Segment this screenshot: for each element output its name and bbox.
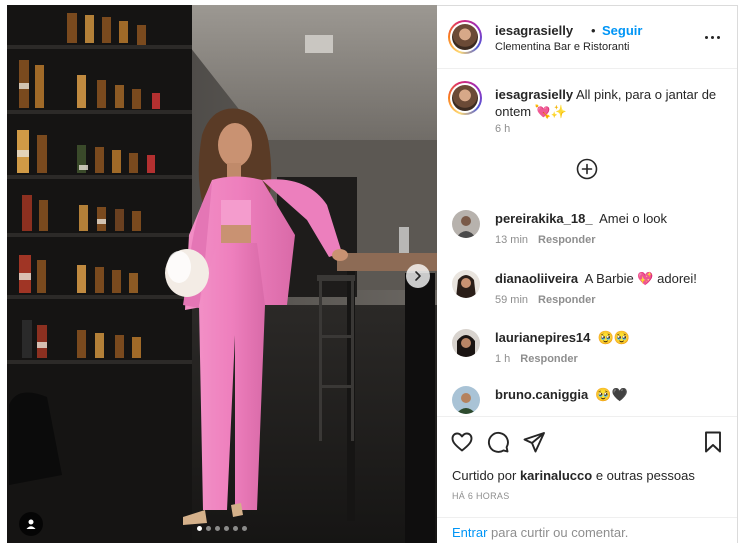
comment-icon[interactable] <box>486 430 510 454</box>
comment-username[interactable]: pereirakika_18_ <box>495 211 593 226</box>
plus-circle-icon[interactable] <box>576 158 598 180</box>
caption-username[interactable]: iesagrasielly <box>495 87 573 102</box>
comment-time: 13 min <box>495 234 529 246</box>
post-side-panel: iesagrasielly • Seguir Clementina Bar e … <box>437 5 738 543</box>
commenter-avatar[interactable] <box>452 329 480 357</box>
carousel-indicator <box>197 526 247 531</box>
login-prompt: Entrar para curtir ou comentar. <box>437 517 737 544</box>
login-prompt-text: Entrar para curtir ou comentar. <box>452 525 628 540</box>
caption-avatar[interactable] <box>448 81 482 115</box>
likes-user[interactable]: karinalucco <box>520 468 592 483</box>
comment-item: laurianepires14 🥹🥹 1 h Responder <box>437 325 737 385</box>
post-image <box>7 5 437 543</box>
comment-username[interactable]: laurianepires14 <box>495 330 590 345</box>
header-separator: • <box>591 23 596 38</box>
comment-body: 🥹🖤 <box>595 387 628 402</box>
next-slide-button[interactable] <box>406 264 430 288</box>
user-tag-icon <box>26 519 36 529</box>
carousel-dot-active <box>197 526 202 531</box>
tagged-users-button[interactable] <box>19 512 43 536</box>
caption-time: 6 h <box>495 123 511 135</box>
comment-meta: 1 h Responder <box>495 353 588 365</box>
author-avatar[interactable] <box>448 20 482 54</box>
likes-summary: Curtido por karinalucco e outras pessoas <box>452 468 695 483</box>
carousel-dot <box>224 526 229 531</box>
comment-text: dianaoliiveira A Barbie 💖 adorei! <box>495 271 697 287</box>
comment-meta: 59 min Responder <box>495 294 606 306</box>
comment-item: pereirakika_18_ Amei o look 13 min Respon… <box>437 206 737 266</box>
comment-username[interactable]: bruno.caniggia <box>495 387 588 402</box>
bookmark-icon[interactable] <box>701 430 725 454</box>
post-header: iesagrasielly • Seguir Clementina Bar e … <box>437 6 737 69</box>
comment-body: 🥹🥹 <box>597 330 630 345</box>
post-timestamp[interactable]: HÁ 6 HORAS <box>452 491 510 501</box>
comment-body: Amei o look <box>599 211 668 226</box>
caption: iesagrasielly All pink, para o jantar de… <box>495 86 725 120</box>
likes-prefix: Curtido por <box>452 468 517 483</box>
send-icon[interactable] <box>522 430 546 454</box>
login-prompt-suffix: para curtir ou comentar. <box>491 525 629 540</box>
carousel-dot <box>233 526 238 531</box>
likes-suffix[interactable]: e outras pessoas <box>596 468 695 483</box>
commenter-avatar[interactable] <box>452 386 480 414</box>
comment-text: bruno.caniggia 🥹🖤 <box>495 387 628 403</box>
follow-button[interactable]: Seguir <box>602 23 642 38</box>
more-options-button[interactable] <box>702 29 722 45</box>
comment-text: laurianepires14 🥹🥹 <box>495 330 630 346</box>
reply-button[interactable]: Responder <box>538 234 595 246</box>
comment-item: dianaoliiveira A Barbie 💖 adorei! 59 min… <box>437 266 737 326</box>
comment-username[interactable]: dianaoliiveira <box>495 271 578 286</box>
reply-button[interactable]: Responder <box>538 294 595 306</box>
post-actions: Curtido por karinalucco e outras pessoas… <box>437 416 737 543</box>
comment-text: pereirakika_18_ Amei o look <box>495 211 667 226</box>
commenter-avatar[interactable] <box>452 210 480 238</box>
chevron-right-icon <box>415 271 421 281</box>
post-location[interactable]: Clementina Bar e Ristoranti <box>495 41 630 53</box>
carousel-dot <box>206 526 211 531</box>
carousel-dot <box>215 526 220 531</box>
login-link[interactable]: Entrar <box>452 525 487 540</box>
comment-body: A Barbie 💖 adorei! <box>584 271 697 286</box>
comment-meta: 13 min Responder <box>495 234 606 246</box>
reply-button[interactable]: Responder <box>520 353 577 365</box>
comment-time: 1 h <box>495 353 511 365</box>
comment-time: 59 min <box>495 294 529 306</box>
commenter-avatar[interactable] <box>452 270 480 298</box>
heart-icon[interactable] <box>450 430 474 454</box>
carousel-dot <box>242 526 247 531</box>
post-photo[interactable] <box>7 5 437 543</box>
more-options-icon <box>704 35 720 39</box>
author-username[interactable]: iesagrasielly <box>495 23 573 38</box>
